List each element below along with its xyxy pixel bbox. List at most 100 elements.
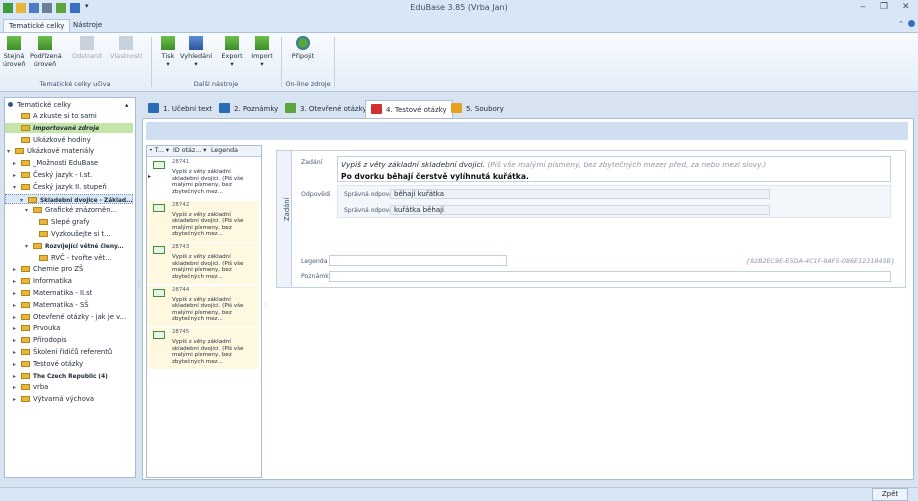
tree-item[interactable]: Importované zdroje bbox=[5, 122, 133, 133]
tree-root-dropdown-icon[interactable]: ▴ bbox=[125, 100, 128, 110]
question-item[interactable]: 28743 Vypiš z věty základní skladební dvo… bbox=[147, 243, 259, 284]
tree-item-label: Vyzkoušejte si t... bbox=[51, 230, 111, 238]
question-item[interactable]: 28742 Vypiš z věty základní skladební dvo… bbox=[147, 200, 259, 242]
answer-value[interactable]: běhají kuřátka bbox=[390, 189, 770, 199]
maximize-icon[interactable]: ❐ bbox=[880, 2, 888, 12]
properties-button[interactable]: Vlastnosti bbox=[110, 36, 142, 60]
zadani-side-tab[interactable]: Zadání bbox=[277, 151, 292, 287]
tree-item[interactable]: ▾ Český jazyk II. stupeň bbox=[5, 182, 133, 192]
delete-icon bbox=[80, 36, 94, 50]
test-question-icon bbox=[153, 203, 165, 212]
tree-item[interactable]: ▸ Matematika - SŠ bbox=[5, 300, 133, 310]
tree-item[interactable]: ▸ The Czech Republic (4) bbox=[5, 371, 133, 381]
tree-expander-icon[interactable]: ▸ bbox=[13, 301, 21, 311]
ribbon-tab-nastroje[interactable]: Nástroje bbox=[68, 19, 107, 32]
tree-item[interactable]: ▾ Skladební dvojice - Základ... bbox=[5, 193, 133, 206]
question-item[interactable]: 28744 Vypiš z věty základní skladební dvo… bbox=[147, 285, 259, 327]
tree-item-label: A zkuste si to sami bbox=[33, 112, 97, 120]
question-item[interactable]: 28741 Vypiš z věty základní skladební dvo… bbox=[147, 158, 259, 199]
connect-button[interactable]: Připojit bbox=[290, 36, 316, 60]
tree-expander-icon[interactable]: ▸ bbox=[13, 313, 21, 323]
tree-item[interactable]: ▸ _Možnosti EduBase bbox=[5, 158, 133, 168]
tab-ucebni-text[interactable]: 1. Učební text bbox=[148, 102, 212, 117]
close-icon[interactable]: ✕ bbox=[902, 2, 910, 12]
tree-expander-icon[interactable]: ▸ bbox=[13, 348, 21, 358]
ribbon-collapse-icon[interactable]: ⌃ bbox=[898, 20, 904, 28]
tree-expander-icon[interactable]: ▸ bbox=[13, 360, 21, 370]
tree-item[interactable]: ▸ Otevřené otázky - jak je v... bbox=[5, 312, 133, 322]
tree-root[interactable]: Tematické celky ▴ bbox=[8, 100, 128, 110]
topic-tree[interactable]: Tematické celky ▴ A zkuste si to sami Imp… bbox=[4, 97, 136, 478]
tree-item[interactable]: Slepé grafy bbox=[5, 217, 133, 227]
answer-label: Správná odpověď bbox=[344, 207, 397, 214]
tree-item[interactable]: ▸ Chemie pro ZŠ bbox=[5, 264, 133, 274]
tree-expander-icon[interactable]: ▸ bbox=[13, 277, 21, 287]
import-button[interactable]: Import ▾ bbox=[249, 36, 275, 68]
tree-item[interactable]: ▸ Testové otázky bbox=[5, 359, 133, 369]
tab-poznamky[interactable]: 2. Poznámky bbox=[219, 102, 278, 117]
column-header-legend[interactable]: Legenda bbox=[211, 146, 238, 156]
tree-expander-icon[interactable]: ▸ bbox=[13, 265, 21, 275]
folder-icon bbox=[28, 196, 37, 203]
export-dropdown-icon: ▾ bbox=[230, 60, 234, 68]
tree-item[interactable]: ▸ Prvouka bbox=[5, 323, 133, 333]
minimize-icon[interactable]: ‒ bbox=[860, 2, 866, 12]
print-button[interactable]: Tisk ▾ bbox=[158, 36, 178, 68]
tree-expander-icon[interactable]: ▸ bbox=[13, 336, 21, 346]
tree-expander-icon[interactable]: ▸ bbox=[13, 372, 21, 382]
ribbon-tab-tematicke-celky[interactable]: Tematické celky bbox=[3, 19, 71, 33]
tree-expander-icon[interactable]: ▸ bbox=[13, 383, 21, 393]
tab-otevrene-otazky[interactable]: 3. Otevřené otázky bbox=[285, 102, 367, 117]
tree-expander-icon[interactable]: ▾ bbox=[20, 196, 28, 206]
tree-expander-icon[interactable]: ▸ bbox=[13, 324, 21, 334]
tab-soubory[interactable]: 5. Soubory bbox=[451, 102, 504, 117]
delete-button[interactable]: Odstranit bbox=[72, 36, 102, 60]
tree-item[interactable]: ▾ Ukázkové materiály bbox=[5, 146, 133, 156]
task-text[interactable]: Vypiš z věty základní skladební dvojici.… bbox=[337, 156, 891, 182]
search-icon bbox=[189, 36, 203, 50]
tree-expander-icon[interactable]: ▾ bbox=[25, 242, 33, 252]
tree-expander-icon[interactable]: ▾ bbox=[7, 147, 15, 157]
tree-expander-icon[interactable]: ▸ bbox=[13, 171, 21, 181]
tab-testove-otazky[interactable]: 4. Testové otázky bbox=[365, 100, 453, 119]
tree-item[interactable]: ▸ Český jazyk - I.st. bbox=[5, 170, 133, 180]
print-dropdown-icon: ▾ bbox=[166, 60, 170, 68]
column-header-id[interactable]: ID otáz... ▾ bbox=[173, 146, 206, 156]
tree-item[interactable]: ▾ Grafické znázorněn... bbox=[5, 205, 133, 215]
tree-item-label: Ukázkové hodiny bbox=[33, 135, 91, 144]
tree-item[interactable]: ▸ Výtvarná výchova bbox=[5, 394, 133, 404]
search-button[interactable]: Vyhledání ▾ bbox=[180, 36, 212, 68]
add-sibling-button[interactable]: Stejná úroveň bbox=[3, 36, 26, 68]
question-item[interactable]: 28745 Vypiš z věty základní skladební dvo… bbox=[147, 328, 259, 369]
tree-expander-icon[interactable]: ▸ bbox=[13, 159, 21, 169]
tree-item[interactable]: Ukázkové hodiny bbox=[5, 135, 133, 145]
tree-item[interactable]: Vyzkoušejte si t... bbox=[5, 229, 133, 239]
splitter-handle[interactable]: ⋮ bbox=[263, 302, 269, 309]
tree-item[interactable]: ▸ Matematika - II.st bbox=[5, 288, 133, 298]
back-button[interactable]: Zpět bbox=[872, 488, 908, 501]
tree-splitter-handle[interactable]: ⋮ bbox=[136, 282, 142, 289]
tree-item-label: Otevřené otázky - jak je v... bbox=[33, 312, 127, 321]
answer-value[interactable]: kuřátka běhají bbox=[390, 205, 770, 215]
tree-expander-icon[interactable]: ▾ bbox=[25, 206, 33, 216]
tree-item[interactable]: ▸ vrba bbox=[5, 382, 133, 392]
add-child-button[interactable]: Podřízená úroveň bbox=[30, 36, 62, 68]
tree-item[interactable]: ▸ Informatika bbox=[5, 276, 133, 286]
tree-item[interactable]: RVČ - tvořte vět... bbox=[5, 253, 133, 263]
tree-item[interactable]: ▸ Školení řidičů referentů bbox=[5, 347, 133, 357]
tree-item[interactable]: ▾ Rozvíjející větné členy... bbox=[5, 241, 133, 251]
column-header-type[interactable]: • T... ▾ bbox=[149, 146, 169, 156]
tree-item[interactable]: ▸ Přírodopis bbox=[5, 335, 133, 345]
tree-expander-icon[interactable]: ▸ bbox=[13, 289, 21, 299]
question-list[interactable]: • T... ▾ ID otáz... ▾ Legenda 28741 Vypiš… bbox=[146, 145, 262, 478]
note-field[interactable] bbox=[329, 271, 891, 282]
folder-icon bbox=[21, 266, 30, 273]
legend-field[interactable] bbox=[329, 255, 507, 266]
note-label: Poznámka bbox=[301, 273, 333, 280]
question-id: 28742 bbox=[172, 201, 190, 208]
help-icon[interactable] bbox=[908, 20, 915, 27]
tree-expander-icon[interactable]: ▸ bbox=[13, 395, 21, 405]
export-button[interactable]: Export ▾ bbox=[220, 36, 244, 68]
tree-expander-icon[interactable]: ▾ bbox=[13, 183, 21, 193]
tree-item[interactable]: A zkuste si to sami bbox=[5, 111, 133, 121]
